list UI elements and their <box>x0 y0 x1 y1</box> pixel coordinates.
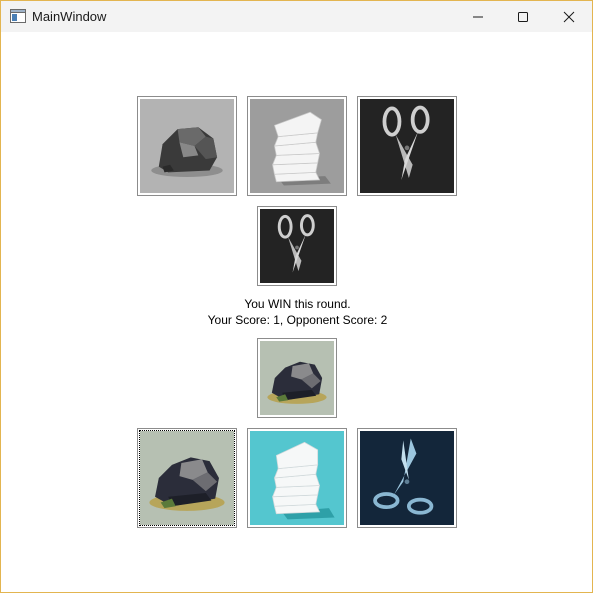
title-bar[interactable]: MainWindow <box>1 1 592 32</box>
rock-color-icon <box>140 431 234 525</box>
rock-color-icon <box>260 341 334 415</box>
paper-gray-icon <box>250 99 344 193</box>
scissors-dark-icon <box>260 209 334 283</box>
player-paper-button[interactable] <box>247 428 347 528</box>
close-button[interactable] <box>546 1 592 32</box>
app-icon <box>10 9 26 23</box>
opponent-paper-card <box>247 96 347 196</box>
minimize-button[interactable] <box>455 1 501 32</box>
opponent-rock-card <box>137 96 237 196</box>
player-selected-card <box>257 338 337 418</box>
scissors-color-icon <box>360 431 454 525</box>
minimize-icon <box>473 16 483 18</box>
result-message: You WIN this round. <box>244 297 351 311</box>
maximize-button[interactable] <box>500 1 546 32</box>
scissors-dark-icon <box>360 99 454 193</box>
maximize-icon <box>518 12 528 22</box>
main-window: MainWindow You WIN this round. Your Scor… <box>0 0 593 593</box>
score-message: Your Score: 1, Opponent Score: 2 <box>207 313 388 327</box>
close-icon <box>563 11 575 23</box>
opponent-scissors-card <box>357 96 457 196</box>
window-title: MainWindow <box>32 9 107 24</box>
opponent-selected-card <box>257 206 337 286</box>
rock-gray-icon <box>140 99 234 193</box>
player-scissors-button[interactable] <box>357 428 457 528</box>
paper-color-icon <box>250 431 344 525</box>
player-rock-button[interactable] <box>137 428 237 528</box>
